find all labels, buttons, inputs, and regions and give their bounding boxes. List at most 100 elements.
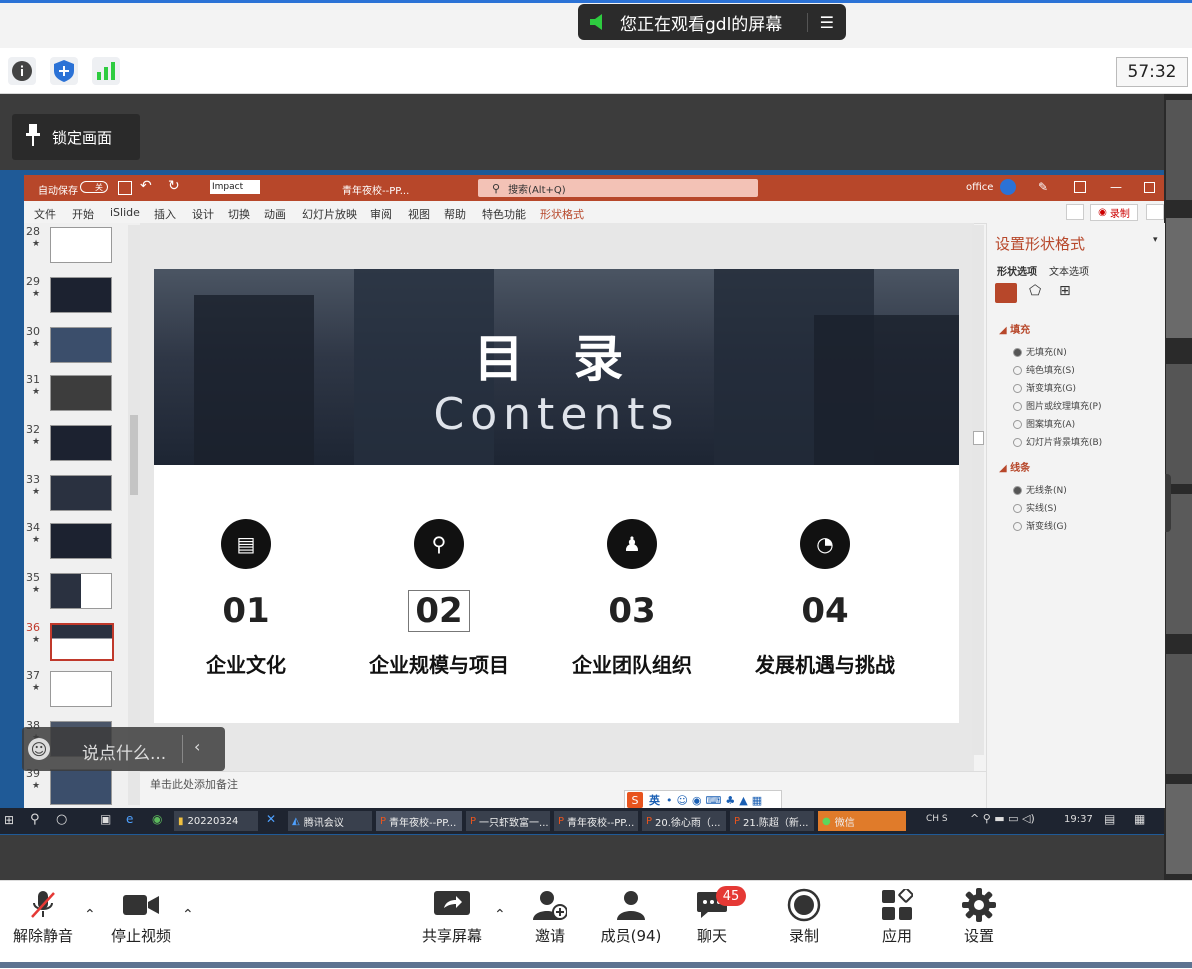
- slide-thumbnail[interactable]: [50, 623, 114, 661]
- scrollbar-thumb[interactable]: [973, 431, 984, 445]
- stop-video-button[interactable]: 停止视频: [104, 889, 178, 946]
- slide-thumbnail[interactable]: [50, 425, 112, 461]
- slide-thumbnail[interactable]: [50, 769, 112, 805]
- record-meeting-button[interactable]: 录制: [776, 888, 832, 946]
- share-screen-button[interactable]: 共享屏幕: [416, 889, 488, 946]
- taskbar-item-ppt[interactable]: P 一只虾致富一...: [466, 811, 550, 831]
- line-option[interactable]: 实线(S): [1013, 501, 1057, 514]
- slide-thumbnail[interactable]: [50, 671, 112, 707]
- doc-title[interactable]: 青年夜校--PP...: [342, 182, 409, 197]
- slide-thumbnail[interactable]: [50, 227, 112, 263]
- ribbon-display-icon[interactable]: [1074, 181, 1086, 193]
- taskbar-item-ppt[interactable]: P 青年夜校--PP...: [376, 811, 462, 831]
- menu-shape-format[interactable]: 形状格式: [540, 206, 584, 222]
- slide-thumb-row[interactable]: 32 ★: [24, 421, 140, 469]
- store-icon[interactable]: ▣: [100, 812, 111, 826]
- toc-item[interactable]: ⚲ 02 企业规模与项目: [339, 519, 539, 678]
- slide-thumb-row[interactable]: 34 ★: [24, 519, 140, 567]
- shield-icon[interactable]: [50, 57, 78, 85]
- participant-thumb[interactable]: [1166, 218, 1192, 338]
- apps-button[interactable]: 应用: [870, 889, 924, 946]
- menu-slideshow[interactable]: 幻灯片放映: [302, 206, 357, 222]
- participant-thumb[interactable]: [1166, 784, 1192, 874]
- participant-thumb[interactable]: [1166, 654, 1192, 774]
- members-button[interactable]: 成员(94): [594, 889, 668, 946]
- menu-islide[interactable]: iSlide: [110, 206, 140, 219]
- toc-number[interactable]: 02: [408, 590, 470, 632]
- save-icon[interactable]: [118, 181, 132, 195]
- line-section-header[interactable]: ◢ 线条: [999, 459, 1030, 474]
- slide-thumb-row[interactable]: 30 ★: [24, 323, 140, 371]
- signal-icon[interactable]: [92, 57, 120, 85]
- screen-share-banner[interactable]: 您正在观看gdl的屏幕 ☰: [578, 4, 846, 40]
- lock-screen-button[interactable]: 锁定画面: [12, 114, 140, 160]
- settings-button[interactable]: 设置: [952, 888, 1006, 946]
- toc-item[interactable]: ▤ 01 企业文化: [146, 519, 346, 678]
- task-view-icon[interactable]: ○: [56, 812, 67, 827]
- tray-system-icons[interactable]: ^ ⚲ ▬ ▭ ◁): [970, 812, 1035, 825]
- search-icon[interactable]: ⚲: [30, 812, 40, 827]
- slide-thumb-row[interactable]: 39 ★: [24, 765, 140, 813]
- slide-thumbnail[interactable]: [50, 573, 112, 609]
- redo-icon[interactable]: ↻: [168, 178, 180, 194]
- fill-option[interactable]: 纯色填充(S): [1013, 363, 1075, 376]
- share-options-chevron-icon[interactable]: ⌃: [494, 907, 506, 923]
- view-menu-icon[interactable]: ☰: [806, 12, 834, 32]
- taskbar-item-ppt[interactable]: P 青年夜校--PP...: [554, 811, 638, 831]
- share-icon[interactable]: [1146, 204, 1164, 220]
- menu-home[interactable]: 开始: [72, 206, 94, 222]
- slide-thumb-row[interactable]: 33 ★: [24, 471, 140, 519]
- ime-tools-icon[interactable]: •☺◉⌨♣▲▦: [666, 794, 766, 807]
- slide-thumbnail[interactable]: [50, 277, 112, 313]
- effects-icon[interactable]: ⬠: [1029, 283, 1041, 299]
- undo-icon[interactable]: ↶: [140, 178, 152, 194]
- notification-icon[interactable]: ▤: [1104, 812, 1115, 826]
- menu-view[interactable]: 视图: [408, 206, 430, 222]
- slide-thumb-row[interactable]: 35 ★: [24, 569, 140, 617]
- unmute-button[interactable]: 解除静音: [8, 889, 78, 946]
- thumbnail-scrollbar[interactable]: [128, 225, 140, 805]
- slide-thumb-row-selected[interactable]: 36 ★: [24, 619, 140, 667]
- record-button[interactable]: ◉ 录制: [1090, 204, 1138, 221]
- taskbar-item-tencent-meeting[interactable]: ◭ 腾讯会议: [288, 811, 372, 831]
- invite-button[interactable]: 邀请: [522, 889, 578, 946]
- fill-option[interactable]: 无填充(N): [1013, 345, 1067, 358]
- slide-thumb-row[interactable]: 29 ★: [24, 273, 140, 321]
- fill-option[interactable]: 图片或纹理填充(P): [1013, 399, 1101, 412]
- app-icon[interactable]: ✕: [266, 812, 276, 826]
- slide-thumbnail[interactable]: [50, 475, 112, 511]
- taskbar-item-wechat[interactable]: ● 微信: [818, 811, 906, 831]
- collapse-chevron-icon[interactable]: ‹: [194, 737, 200, 756]
- taskbar-item-ppt[interactable]: P 21.陈超（新...: [730, 811, 814, 831]
- chat-input-box[interactable]: ☺ 说点什么... ‹: [22, 727, 225, 771]
- current-slide[interactable]: 目 录 Contents ▤ 01 企业文化 ⚲ 02 企业规模与项目 ♟ 03…: [154, 269, 959, 723]
- account-avatar[interactable]: [1000, 179, 1016, 195]
- toc-item[interactable]: ♟ 03 企业团队组织: [532, 519, 732, 678]
- taskbar-clock[interactable]: 19:37: [1064, 814, 1093, 825]
- fill-option[interactable]: 渐变填充(G): [1013, 381, 1076, 394]
- slide-thumb-row[interactable]: 31 ★: [24, 371, 140, 419]
- menu-transitions[interactable]: 切换: [228, 206, 250, 222]
- ime-toolbar[interactable]: S 英 •☺◉⌨♣▲▦: [624, 790, 782, 810]
- emoji-icon[interactable]: ☺: [28, 738, 50, 760]
- slide-thumbnail[interactable]: [50, 327, 112, 363]
- font-select[interactable]: Impact: [210, 180, 260, 194]
- canvas-scrollbar[interactable]: [972, 225, 984, 755]
- menu-insert[interactable]: 插入: [154, 206, 176, 222]
- search-box[interactable]: ⚲ 搜索(Alt+Q): [478, 179, 758, 197]
- fill-section-header[interactable]: ◢ 填充: [999, 321, 1030, 336]
- audio-options-chevron-icon[interactable]: ⌃: [84, 907, 96, 923]
- tab-text-options[interactable]: 文本选项: [1049, 263, 1089, 278]
- action-center-icon[interactable]: ▦: [1134, 812, 1145, 826]
- menu-review[interactable]: 审阅: [370, 206, 392, 222]
- taskbar-item-folder[interactable]: ▮ 20220324: [174, 811, 258, 831]
- size-icon[interactable]: ⊞: [1059, 283, 1071, 299]
- slide-thumb-row[interactable]: 28 ★: [24, 223, 140, 271]
- fill-option[interactable]: 图案填充(A): [1013, 417, 1075, 430]
- autosave-toggle[interactable]: 关: [80, 181, 108, 193]
- menu-file[interactable]: 文件: [34, 206, 56, 222]
- browser-icon[interactable]: ◉: [152, 812, 162, 826]
- menu-special[interactable]: 特色功能: [482, 206, 526, 222]
- ime-language[interactable]: 英: [649, 792, 660, 808]
- minimize-icon[interactable]: —: [1110, 180, 1122, 194]
